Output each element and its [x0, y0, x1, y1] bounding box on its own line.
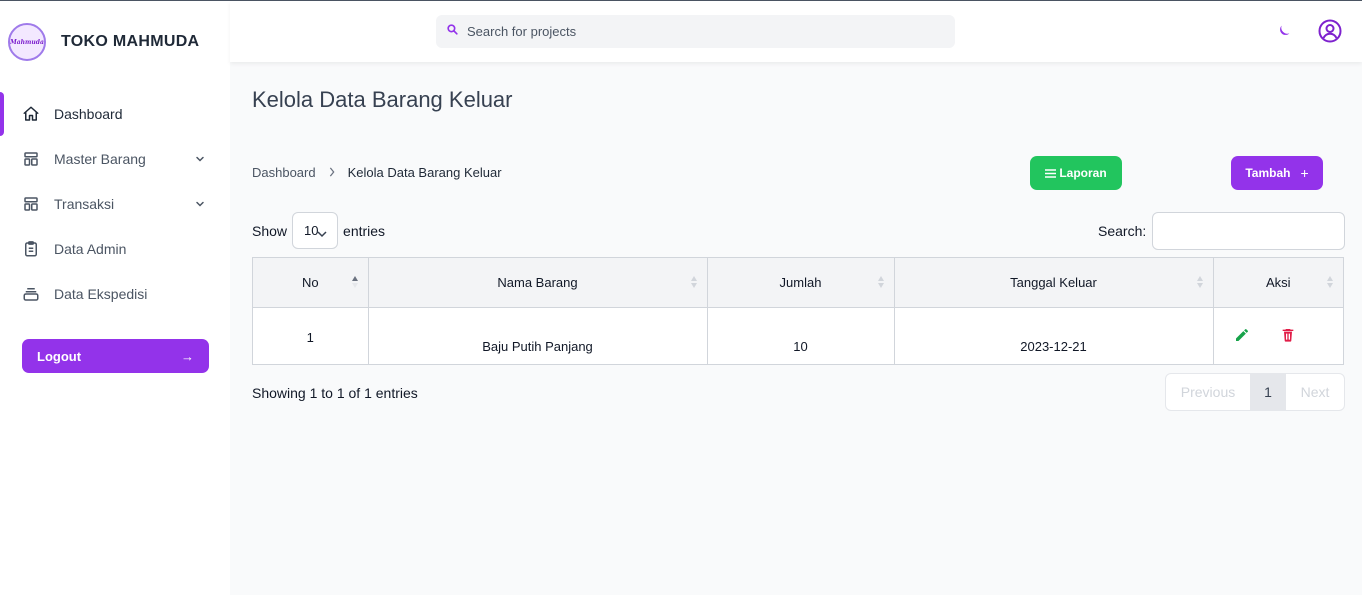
table-header-row: No Nama Barang Jumlah Tanggal Keluar Aks… [253, 258, 1343, 308]
page-title: Kelola Data Barang Keluar [252, 87, 513, 112]
user-avatar-icon[interactable] [1318, 19, 1342, 43]
data-table: No Nama Barang Jumlah Tanggal Keluar Aks… [252, 257, 1344, 365]
column-header-label: No [301, 274, 319, 290]
template-icon [22, 195, 40, 213]
search-bar[interactable] [436, 15, 955, 48]
brand-name: TOKO MAHMUDA [61, 33, 200, 50]
entries-length-control: Show 10 entries [252, 212, 385, 249]
column-header-label: Aksi [1265, 274, 1291, 290]
breadcrumb-home-link[interactable]: Dashboard [252, 165, 316, 180]
sidebar-item-data-ekspedisi[interactable]: Data Ekspedisi [0, 271, 230, 316]
cell-tanggal-keluar: 2023-12-21 [894, 307, 1214, 364]
sort-icon [1326, 275, 1334, 292]
pagination-previous[interactable]: Previous [1166, 374, 1250, 410]
chevron-down-icon [194, 152, 206, 168]
column-header-label: Tanggal Keluar [1010, 274, 1097, 290]
plus-icon: + [1300, 165, 1309, 181]
table-info: Showing 1 to 1 of 1 entries [252, 385, 418, 401]
table-search-label: Search: [1098, 223, 1147, 239]
column-header-jumlah[interactable]: Jumlah [707, 258, 895, 308]
column-header-label: Jumlah [779, 274, 822, 290]
sidebar-item-label: Data Ekspedisi [54, 285, 148, 302]
search-icon [446, 23, 459, 41]
top-header [230, 1, 1362, 62]
column-header-label: Nama Barang [497, 274, 578, 290]
home-icon [22, 105, 40, 123]
sidebar-item-label: Dashboard [54, 105, 123, 122]
laporan-label: Laporan [1059, 166, 1107, 180]
breadcrumb-current: Kelola Data Barang Keluar [347, 165, 502, 180]
cell-aksi [1213, 307, 1343, 364]
column-header-tanggal-keluar[interactable]: Tanggal Keluar [894, 258, 1214, 308]
cell-jumlah: 10 [707, 307, 895, 364]
pagination: Previous 1 Next [1165, 373, 1345, 411]
pagination-next[interactable]: Next [1286, 374, 1344, 410]
logo-text: Mahmuda [10, 38, 44, 46]
column-header-nama-barang[interactable]: Nama Barang [368, 258, 708, 308]
search-input[interactable] [467, 24, 927, 39]
arrow-right-icon: → [181, 348, 194, 364]
logo: Mahmuda [8, 23, 46, 61]
laporan-button[interactable]: Laporan [1030, 156, 1122, 190]
logout-label: Logout [37, 348, 82, 364]
moon-icon[interactable] [1276, 23, 1292, 44]
sort-icon [877, 275, 885, 292]
list-icon [1045, 168, 1057, 178]
brand[interactable]: Mahmuda TOKO MAHMUDA [8, 23, 199, 61]
sort-asc-icon [351, 275, 359, 292]
chevron-down-icon [317, 226, 327, 241]
entries-label: entries [343, 222, 386, 239]
cell-no: 1 [253, 307, 369, 364]
sidebar-item-label: Master Barang [54, 150, 146, 167]
sidebar-item-label: Transaksi [54, 195, 115, 212]
sidebar-item-master-barang[interactable]: Master Barang [0, 136, 230, 181]
sort-icon [690, 275, 698, 292]
chevron-down-icon [194, 197, 206, 213]
column-header-no[interactable]: No [253, 258, 369, 308]
template-icon [22, 150, 40, 168]
show-label: Show [252, 222, 288, 239]
sidebar-item-transaksi[interactable]: Transaksi [0, 181, 230, 226]
cell-nama-barang: Baju Putih Panjang [368, 307, 708, 364]
tambah-button[interactable]: Tambah + [1231, 156, 1323, 190]
sort-icon [1196, 275, 1204, 292]
sidebar: Mahmuda TOKO MAHMUDA Dashboard Master Ba… [0, 1, 230, 595]
tambah-label: Tambah [1245, 166, 1291, 180]
sidebar-item-label: Data Admin [54, 240, 127, 257]
pagination-page-1[interactable]: 1 [1250, 374, 1286, 410]
edit-pencil-icon[interactable] [1234, 327, 1250, 346]
archive-icon [22, 285, 40, 303]
sidebar-item-data-admin[interactable]: Data Admin [0, 226, 230, 271]
clipboard-icon [22, 240, 40, 258]
table-search: Search: [1098, 212, 1346, 250]
sidebar-item-dashboard[interactable]: Dashboard [0, 91, 230, 136]
breadcrumb: Dashboard Kelola Data Barang Keluar [252, 165, 502, 180]
entries-select[interactable]: 10 [292, 212, 339, 249]
chevron-right-icon [328, 165, 336, 180]
column-header-aksi[interactable]: Aksi [1213, 258, 1343, 308]
table-row: 1 Baju Putih Panjang 10 2023-12-21 [253, 307, 1343, 364]
table-search-input[interactable] [1152, 212, 1346, 250]
logout-button[interactable]: Logout → [22, 339, 209, 373]
sidebar-nav: Dashboard Master Barang Transaksi Data A… [0, 91, 230, 316]
delete-trash-icon[interactable] [1280, 327, 1296, 346]
